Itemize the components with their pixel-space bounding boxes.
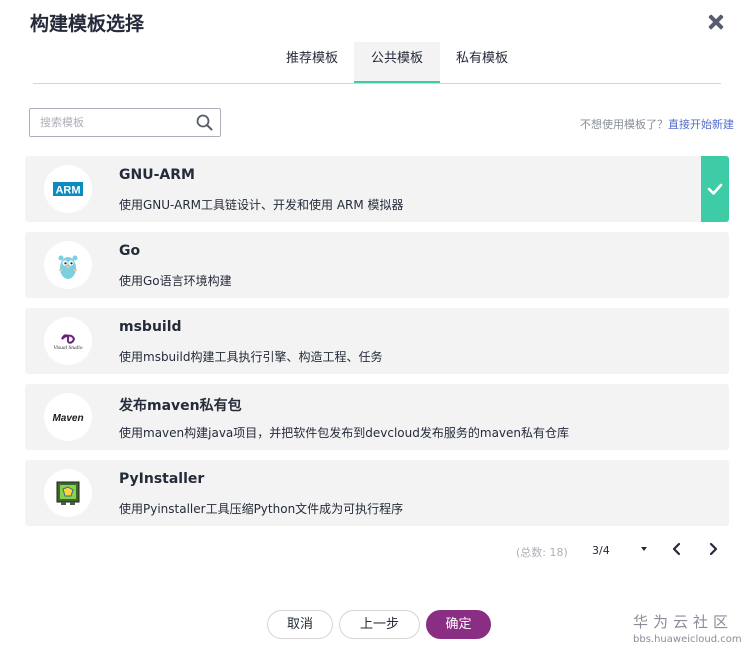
template-description: 使用msbuild构建工具执行引擎、构造工程、任务 <box>119 350 383 364</box>
page-indicator: 3/4 <box>592 544 610 557</box>
start-new-link[interactable]: 直接开始新建 <box>668 118 734 131</box>
dialog-title: 构建模板选择 <box>30 13 145 35</box>
template-description: 使用maven构建java项目，并把软件包发布到devcloud发布服务的mav… <box>119 426 570 440</box>
tab-recommended[interactable]: 推荐模板 <box>270 42 354 83</box>
tab-bar: 推荐模板 公共模板 私有模板 <box>33 42 721 84</box>
check-icon <box>707 183 723 195</box>
total-count: (总数: 18) <box>516 546 568 559</box>
tab-private[interactable]: 私有模板 <box>440 42 524 83</box>
svg-text:Visual Studio: Visual Studio <box>53 345 82 351</box>
chevron-right-icon[interactable] <box>706 541 720 557</box>
template-name: GNU-ARM <box>119 167 195 183</box>
visual-studio-icon: Visual Studio <box>44 317 92 365</box>
pagination: (总数: 18) 3/4 <box>0 540 754 560</box>
selected-indicator <box>701 156 729 222</box>
search-box <box>29 108 221 137</box>
template-description: 使用GNU-ARM工具链设计、开发和使用 ARM 模拟器 <box>119 198 404 212</box>
go-gopher-icon <box>44 241 92 289</box>
svg-text:ARM: ARM <box>55 185 80 197</box>
search-icon[interactable] <box>196 114 213 131</box>
template-card-pyinstaller[interactable]: PyInstaller 使用Pyinstaller工具压缩Python文件成为可… <box>25 460 729 526</box>
template-card-msbuild[interactable]: Visual Studio msbuild 使用msbuild构建工具执行引擎、… <box>25 308 729 374</box>
template-name: 发布maven私有包 <box>119 398 242 414</box>
cancel-button[interactable]: 取消 <box>267 610 333 639</box>
arm-logo-icon: ARM <box>44 165 92 213</box>
tab-public[interactable]: 公共模板 <box>354 42 440 83</box>
template-name: PyInstaller <box>119 471 205 487</box>
template-name: Go <box>119 243 141 259</box>
template-name: msbuild <box>119 319 182 335</box>
template-description: 使用Go语言环境构建 <box>119 274 232 288</box>
skip-template-hint: 不想使用模板了？直接开始新建 <box>580 116 734 132</box>
close-icon[interactable] <box>706 12 726 32</box>
maven-logo-icon: Maven <box>44 393 92 441</box>
template-card-maven[interactable]: Maven 发布maven私有包 使用maven构建java项目，并把软件包发布… <box>25 384 729 450</box>
watermark-url: bbs.huaweicloud.com <box>633 634 742 645</box>
page-dropdown-icon[interactable] <box>637 542 651 556</box>
pyinstaller-icon <box>44 469 92 517</box>
watermark-name: 华为云社区 <box>633 613 734 631</box>
watermark: 华为云社区 bbs.huaweicloud.com <box>633 611 742 645</box>
hint-question: 不想使用模板了？ <box>580 118 668 131</box>
svg-text:Maven: Maven <box>52 413 83 424</box>
confirm-button[interactable]: 确定 <box>426 610 491 639</box>
chevron-left-icon[interactable] <box>670 541 684 557</box>
template-card-gnu-arm[interactable]: ARM GNU-ARM 使用GNU-ARM工具链设计、开发和使用 ARM 模拟器 <box>25 156 729 222</box>
template-description: 使用Pyinstaller工具压缩Python文件成为可执行程序 <box>119 502 404 516</box>
template-card-go[interactable]: Go 使用Go语言环境构建 <box>25 232 729 298</box>
search-input[interactable] <box>30 109 190 136</box>
previous-step-button[interactable]: 上一步 <box>339 610 420 639</box>
